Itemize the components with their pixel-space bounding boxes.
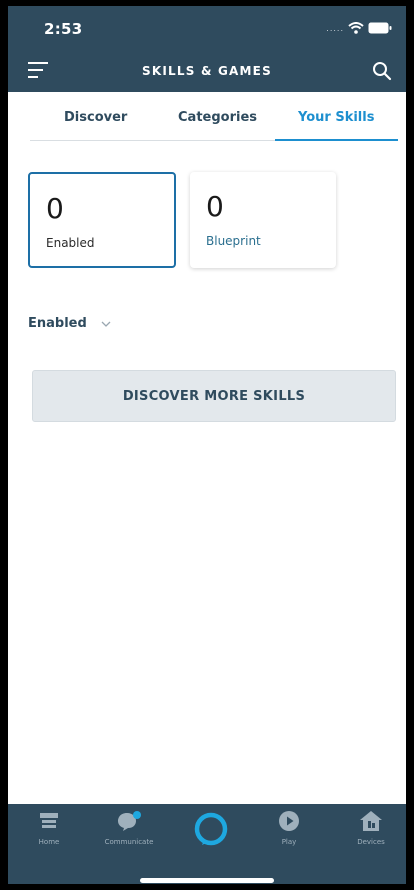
signal-icon: .....	[326, 23, 344, 33]
chevron-down-icon	[101, 321, 111, 327]
devices-icon	[360, 811, 382, 831]
nav-home[interactable]: Home	[14, 810, 84, 846]
nav-communicate[interactable]: Communicate	[94, 810, 164, 846]
app-header: 2:53 ..... SKILLS & GAMES	[8, 6, 406, 92]
tab-bar: Discover Categories Your Skills	[30, 104, 398, 141]
battery-icon	[368, 22, 392, 34]
enabled-label: Enabled	[46, 236, 95, 250]
search-icon[interactable]	[372, 61, 392, 81]
blueprint-count-card[interactable]: 0 Blueprint	[190, 172, 336, 268]
nav-devices[interactable]: Devices	[336, 810, 406, 846]
alexa-icon[interactable]	[194, 812, 228, 846]
page-title: SKILLS & GAMES	[142, 64, 272, 78]
active-tab-indicator	[275, 139, 398, 141]
app-screen: 2:53 ..... SKILLS & GAMES Discover Categ…	[8, 6, 406, 884]
bottom-navigation: Home Communicate Play Devices	[8, 804, 406, 884]
tab-discover[interactable]: Discover	[64, 110, 127, 125]
enabled-count-card[interactable]: 0 Enabled	[28, 172, 176, 268]
nav-play[interactable]: Play	[254, 810, 324, 846]
wifi-icon	[348, 22, 364, 34]
blueprint-count: 0	[206, 190, 224, 223]
nav-communicate-label: Communicate	[104, 838, 154, 846]
communicate-icon	[118, 811, 141, 831]
filter-dropdown[interactable]: Enabled	[28, 316, 111, 331]
nav-devices-label: Devices	[357, 838, 385, 846]
nav-home-label: Home	[38, 838, 60, 846]
blueprint-label: Blueprint	[206, 234, 261, 248]
home-icon	[40, 813, 58, 828]
home-indicator[interactable]	[140, 878, 274, 883]
play-icon	[279, 811, 299, 831]
filter-label: Enabled	[28, 316, 87, 331]
status-time: 2:53	[44, 20, 83, 38]
discover-more-skills-button[interactable]: DISCOVER MORE SKILLS	[32, 370, 396, 422]
status-icons: .....	[326, 22, 392, 34]
tab-categories[interactable]: Categories	[178, 110, 257, 125]
enabled-count: 0	[46, 192, 64, 225]
nav-play-label: Play	[281, 838, 297, 846]
tab-your-skills[interactable]: Your Skills	[298, 110, 374, 125]
